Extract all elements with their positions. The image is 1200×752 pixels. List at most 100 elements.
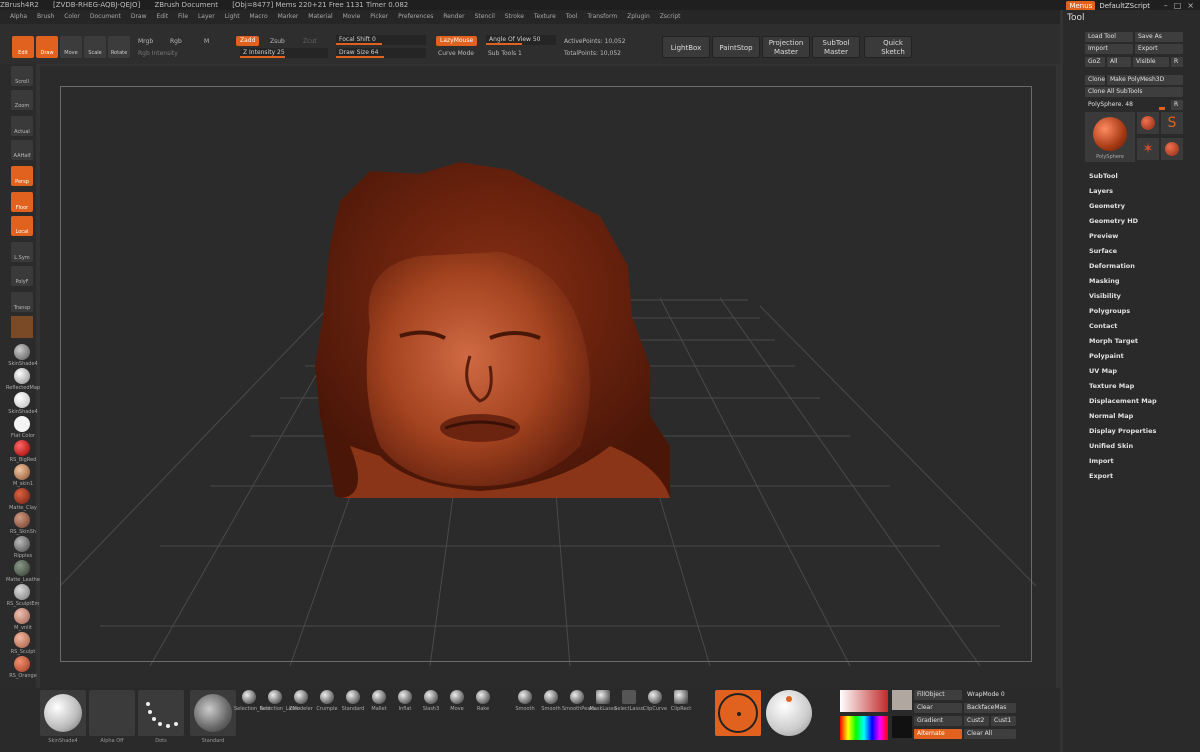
menu-render[interactable]: Render [443,13,464,20]
import-button[interactable]: Import [1085,44,1133,54]
material-orange[interactable] [14,656,30,672]
alternate-button[interactable]: Alternate [914,729,962,739]
section-geometry[interactable]: Geometry [1089,202,1125,210]
cust1-button[interactable]: Cust1 [991,716,1016,726]
material-bigred[interactable] [14,440,30,456]
brush-move-icon[interactable] [450,690,464,704]
menu-color[interactable]: Color [64,13,80,20]
export-button[interactable]: Export [1135,44,1183,54]
edit-button[interactable]: Edit [12,36,34,58]
close-icon[interactable]: × [1187,1,1194,10]
zcut-toggle[interactable]: Zcut [303,38,317,45]
brush-inflat-icon[interactable] [398,690,412,704]
material-flat-color[interactable] [14,416,30,432]
lsym-button[interactable]: L.Sym [11,242,33,262]
menu-picker[interactable]: Picker [370,13,388,20]
angle-of-view-slider[interactable]: Angle Of View 50 [486,35,556,45]
section-layers[interactable]: Layers [1089,187,1113,195]
hue-strip[interactable] [840,716,888,740]
fill-object-button[interactable]: FillObject [914,690,962,700]
actual-button[interactable]: Actual [11,116,33,136]
brush-crumple-icon[interactable] [320,690,334,704]
material-reflected[interactable] [14,368,30,384]
material-skinshade4[interactable] [14,344,30,360]
brush-zmodeler-icon[interactable] [294,690,308,704]
brush-selection-lasso-icon[interactable] [268,690,282,704]
draw-button[interactable]: Draw [36,36,58,58]
material-skinshade[interactable] [14,392,30,408]
scroll-button[interactable]: Scroll [11,66,33,86]
zsub-toggle[interactable]: Zsub [270,38,285,45]
menu-preferences[interactable]: Preferences [398,13,433,20]
subtool-master-button[interactable]: SubTool Master [812,36,860,58]
simplebrush-icon[interactable]: S [1161,112,1183,134]
material-sculpt-em[interactable] [14,584,30,600]
section-deformation[interactable]: Deformation [1089,262,1135,270]
polyf-button[interactable]: PolyF [11,266,33,286]
brush-rake-icon[interactable] [476,690,490,704]
rgb-intensity-slider[interactable]: Rgb Intensity [138,50,178,57]
material-preview-sphere[interactable] [766,690,812,736]
transp-button[interactable]: Transp [11,292,33,312]
menu-brush[interactable]: Brush [37,13,54,20]
mrgb-toggle[interactable]: Mrgb [138,38,153,45]
sculpted-head-model[interactable] [40,66,1056,688]
section-subtool[interactable]: SubTool [1089,172,1118,180]
menu-macro[interactable]: Macro [250,13,268,20]
menu-stroke[interactable]: Stroke [505,13,524,20]
menu-zplugin[interactable]: Zplugin [627,13,650,20]
active-brush-indicator[interactable] [715,690,761,736]
material-sculpt[interactable] [14,632,30,648]
stroke-thumb[interactable] [138,690,184,736]
section-surface[interactable]: Surface [1089,247,1117,255]
visible-button[interactable]: Visible [1133,57,1169,67]
section-preview[interactable]: Preview [1089,232,1118,240]
brush-cliprect-icon[interactable] [674,690,688,704]
clear-all-button[interactable]: Clear All [964,729,1016,739]
material-matte-clay[interactable] [14,488,30,504]
backface-mask-button[interactable]: BackfaceMas [964,703,1016,713]
menu-file[interactable]: File [178,13,188,20]
menu-stencil[interactable]: Stencil [475,13,495,20]
menu-material[interactable]: Material [308,13,332,20]
section-unified-skin[interactable]: Unified Skin [1089,442,1133,450]
minimize-icon[interactable]: – [1164,1,1168,10]
projection-master-button[interactable]: Projection Master [762,36,810,58]
section-visibility[interactable]: Visibility [1089,292,1121,300]
brush-smooth-icon[interactable] [518,690,532,704]
m-toggle[interactable]: M [204,38,209,45]
all-button[interactable]: All [1107,57,1131,67]
tool-thumbnail-polysphere[interactable]: PolySphere [1085,112,1135,162]
section-polypaint[interactable]: Polypaint [1089,352,1124,360]
floor-button[interactable]: Floor [11,192,33,212]
tool-thumbnail-polysph[interactable] [1161,138,1183,160]
menu-movie[interactable]: Movie [343,13,361,20]
material-ripples[interactable] [14,536,30,552]
brush-mallet-icon[interactable] [372,690,386,704]
menu-zscript[interactable]: Zscript [660,13,681,20]
save-as-button[interactable]: Save As [1135,32,1183,42]
menu-alpha[interactable]: Alpha [10,13,27,20]
section-masking[interactable]: Masking [1089,277,1120,285]
section-morph-target[interactable]: Morph Target [1089,337,1138,345]
focal-shift-slider[interactable]: Focal Shift 0 [336,35,426,45]
scale-button[interactable]: Scale [84,36,106,58]
section-normal-map[interactable]: Normal Map [1089,412,1133,420]
brush-thumb[interactable] [190,690,236,736]
script-label[interactable]: DefaultZScript [1099,2,1150,10]
document-canvas[interactable] [40,66,1056,688]
brush-clipcurve-icon[interactable] [648,690,662,704]
menu-texture[interactable]: Texture [534,13,556,20]
cust2-button[interactable]: Cust2 [964,716,989,726]
menu-draw[interactable]: Draw [131,13,147,20]
clone-button[interactable]: Clone [1085,75,1105,85]
rgb-toggle[interactable]: Rgb [170,38,182,45]
wrapmode-slider[interactable]: WrapMode 0 [964,690,1016,700]
zoom-button[interactable]: Zoom [11,90,33,110]
r-button[interactable]: R [1171,57,1183,67]
menu-tool[interactable]: Tool [566,13,578,20]
color-picker-square[interactable] [840,690,888,712]
menu-edit[interactable]: Edit [156,13,168,20]
menu-document[interactable]: Document [90,13,121,20]
current-tool-slider[interactable]: PolySphere. 48 [1085,100,1169,110]
